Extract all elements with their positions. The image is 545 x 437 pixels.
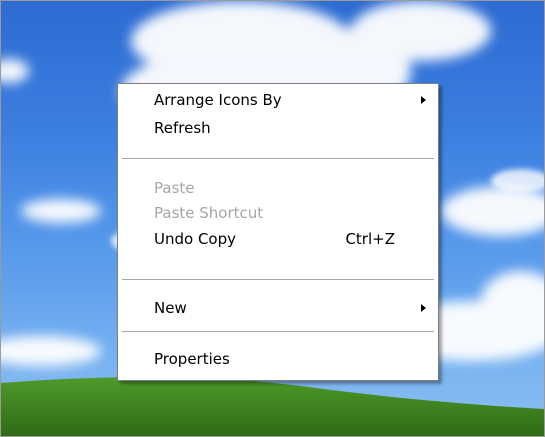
menu-item-label: Properties — [154, 350, 230, 368]
menu-separator — [122, 331, 434, 332]
triangle-right-icon — [421, 304, 426, 312]
menu-item-label: Refresh — [154, 119, 211, 137]
menu-item-label: Undo Copy — [154, 230, 237, 248]
menu-item-refresh[interactable]: Refresh — [119, 115, 437, 141]
context-menu: Arrange Icons By Refresh Paste Paste Sho… — [117, 83, 439, 381]
menu-item-new[interactable]: New — [119, 295, 437, 321]
menu-item-paste-shortcut[interactable]: Paste Shortcut — [119, 200, 437, 226]
menu-separator — [122, 158, 434, 159]
menu-item-undo-copy[interactable]: Undo Copy Ctrl+Z — [119, 226, 437, 252]
menu-item-label: New — [154, 299, 187, 317]
menu-item-shortcut: Ctrl+Z — [345, 230, 395, 248]
menu-item-label: Paste — [154, 179, 195, 197]
triangle-right-icon — [421, 96, 426, 104]
menu-item-paste[interactable]: Paste — [119, 175, 437, 201]
menu-separator — [122, 279, 434, 280]
menu-item-label: Arrange Icons By — [154, 91, 282, 109]
menu-item-label: Paste Shortcut — [154, 204, 264, 222]
screenshot-frame: Arrange Icons By Refresh Paste Paste Sho… — [0, 0, 545, 437]
menu-item-arrange-icons-by[interactable]: Arrange Icons By — [119, 87, 437, 113]
menu-item-properties[interactable]: Properties — [119, 346, 437, 372]
